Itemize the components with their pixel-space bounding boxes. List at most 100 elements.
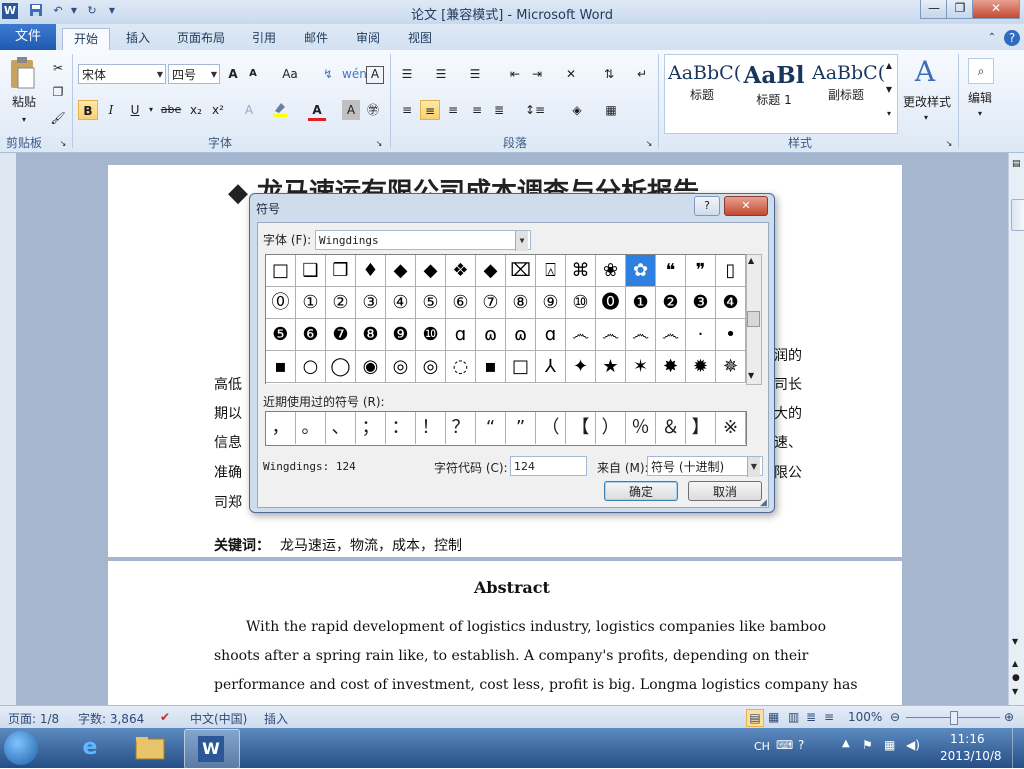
abstract-line[interactable]: With the rapid development of logistics … bbox=[246, 619, 826, 635]
scroll-down-icon[interactable]: ▼ bbox=[1012, 637, 1018, 646]
tab-references[interactable]: 引用 bbox=[244, 28, 284, 50]
bullets-icon[interactable]: ☰ bbox=[398, 64, 416, 84]
italic-button[interactable]: I bbox=[102, 100, 120, 120]
close-button[interactable]: ✕ bbox=[972, 0, 1020, 19]
body-fragment[interactable]: 司郑 bbox=[214, 492, 242, 512]
clipboard-launcher-icon[interactable]: ↘ bbox=[58, 134, 68, 154]
action-center-icon[interactable]: ⚑ bbox=[862, 738, 873, 752]
word-count[interactable]: 字数: 3,864 bbox=[78, 710, 144, 727]
recent-symbol-cell[interactable]: ” bbox=[506, 412, 536, 444]
file-explorer-icon[interactable] bbox=[128, 731, 172, 765]
highlight-icon[interactable] bbox=[270, 100, 290, 120]
full-screen-icon[interactable]: ▦ bbox=[768, 710, 779, 724]
symbol-cell[interactable]: ❞ bbox=[686, 255, 716, 287]
paste-button[interactable]: 粘贴 bbox=[8, 92, 40, 112]
symbol-cell[interactable]: ❼ bbox=[326, 319, 356, 351]
resize-grip-icon[interactable]: ◢ bbox=[760, 498, 767, 508]
symbol-cell[interactable]: ⍓ bbox=[536, 255, 566, 287]
symbol-cell[interactable]: ɑ bbox=[536, 319, 566, 351]
minimize-ribbon-icon[interactable]: ⌃ bbox=[984, 28, 1000, 50]
language-indicator[interactable]: 中文(中国) bbox=[190, 710, 247, 727]
change-styles-dropdown-icon[interactable]: ▾ bbox=[920, 108, 932, 128]
symbol-cell[interactable]: ⑨ bbox=[536, 287, 566, 319]
show-desktop-button[interactable] bbox=[1012, 728, 1024, 768]
symbol-cell[interactable]: ⌧ bbox=[506, 255, 536, 287]
clock-date[interactable]: 2013/10/8 bbox=[940, 749, 1002, 763]
abstract-line[interactable]: performance and cost of investment, cost… bbox=[214, 677, 858, 693]
symbol-cell[interactable]: ❀ bbox=[596, 255, 626, 287]
symbol-cell[interactable]: • bbox=[716, 319, 746, 351]
scrollbar-thumb[interactable] bbox=[747, 311, 760, 327]
underline-button[interactable]: U bbox=[126, 100, 144, 120]
minimize-button[interactable]: — bbox=[920, 0, 948, 19]
symbol-cell[interactable]: ❸ bbox=[686, 287, 716, 319]
symbol-cell[interactable]: ▯ bbox=[716, 255, 746, 287]
keywords-label[interactable]: 关键词： bbox=[214, 535, 270, 555]
align-right-icon[interactable]: ≡ bbox=[444, 100, 462, 120]
format-painter-icon[interactable]: 🖌 bbox=[50, 108, 66, 128]
change-styles-icon[interactable]: A bbox=[910, 56, 940, 88]
symbol-cell[interactable]: ❾ bbox=[386, 319, 416, 351]
recent-symbol-cell[interactable]: ； bbox=[356, 412, 386, 444]
symbol-cell[interactable]: ③ bbox=[356, 287, 386, 319]
show-marks-icon[interactable]: ↵ bbox=[634, 64, 650, 84]
body-fragment[interactable]: 限公 bbox=[774, 462, 802, 482]
symbol-cell[interactable]: ❻ bbox=[296, 319, 326, 351]
symbol-cell[interactable]: ⅄ bbox=[536, 351, 566, 383]
symbol-cell[interactable]: ɷ bbox=[506, 319, 536, 351]
symbol-cell[interactable]: ෴ bbox=[596, 319, 626, 351]
style-title[interactable]: AaBbC( 标题 bbox=[668, 62, 741, 112]
zoom-in-icon[interactable]: ⊕ bbox=[1004, 710, 1014, 724]
zoom-out-icon[interactable]: ⊖ bbox=[890, 710, 900, 724]
symbol-cell[interactable]: ✶ bbox=[626, 351, 656, 383]
underline-dropdown-icon[interactable]: ▾ bbox=[146, 100, 156, 120]
recent-symbol-cell[interactable]: “ bbox=[476, 412, 506, 444]
recent-symbol-cell[interactable]: ※ bbox=[716, 412, 746, 444]
from-select[interactable]: 符号 (十进制) ▼ bbox=[647, 456, 763, 477]
borders-icon[interactable]: ▦ bbox=[600, 100, 622, 120]
recent-symbol-cell[interactable]: ？ bbox=[446, 412, 476, 444]
symbol-cell[interactable]: ෴ bbox=[626, 319, 656, 351]
style-subtitle[interactable]: AaBbC( 副标题 bbox=[812, 62, 885, 112]
superscript-button[interactable]: x² bbox=[208, 100, 228, 120]
numbering-icon[interactable]: ☰ bbox=[432, 64, 450, 84]
symbol-cell[interactable]: ❿ bbox=[416, 319, 446, 351]
word-taskbar-button[interactable]: W bbox=[184, 729, 240, 769]
style-heading1[interactable]: AaBl 标题 1 bbox=[740, 62, 808, 112]
symbol-cell[interactable]: ❹ bbox=[716, 287, 746, 319]
clear-formatting-icon[interactable]: ↯ bbox=[318, 64, 338, 84]
cut-icon[interactable]: ✂ bbox=[50, 58, 66, 78]
symbol-cell[interactable]: ✿ bbox=[626, 255, 656, 287]
align-left-icon[interactable]: ≡ bbox=[398, 100, 416, 120]
symbol-grid-scrollbar[interactable]: ▲ ▼ bbox=[746, 254, 762, 385]
decrease-indent-icon[interactable]: ⇤ bbox=[506, 64, 524, 84]
ok-button[interactable]: 确定 bbox=[604, 481, 678, 501]
symbol-cell[interactable]: ④ bbox=[386, 287, 416, 319]
recent-symbol-cell[interactable]: 【 bbox=[566, 412, 596, 444]
subscript-button[interactable]: x₂ bbox=[186, 100, 206, 120]
scroll-up-icon[interactable]: ▲ bbox=[748, 256, 754, 265]
zoom-slider-thumb[interactable] bbox=[950, 711, 958, 725]
previous-page-icon[interactable]: ▲ bbox=[1012, 659, 1018, 668]
phonetic-guide-icon[interactable]: wén bbox=[342, 64, 367, 84]
symbol-cell[interactable]: ෴ bbox=[566, 319, 596, 351]
char-border-button[interactable]: A bbox=[366, 66, 384, 84]
sort-icon[interactable]: ⇅ bbox=[600, 64, 618, 84]
recent-symbol-cell[interactable]: ！ bbox=[416, 412, 446, 444]
enclose-char-icon[interactable]: ㊫ bbox=[364, 100, 382, 120]
clock-time[interactable]: 11:16 bbox=[950, 732, 985, 746]
dialog-close-button[interactable]: ✕ bbox=[724, 196, 768, 216]
tab-page-layout[interactable]: 页面布局 bbox=[170, 28, 232, 50]
text-effects-icon[interactable]: A bbox=[240, 100, 258, 120]
char-code-input[interactable]: 124 bbox=[510, 456, 587, 476]
line-spacing-icon[interactable]: ↕≡ bbox=[524, 100, 546, 120]
grow-font-button[interactable]: A bbox=[224, 64, 242, 84]
symbol-cell[interactable]: ✦ bbox=[566, 351, 596, 383]
char-shading-icon[interactable]: A bbox=[342, 100, 360, 120]
cancel-button[interactable]: 取消 bbox=[688, 481, 762, 501]
symbol-cell[interactable]: ★ bbox=[596, 351, 626, 383]
select-browse-icon[interactable]: ● bbox=[1012, 673, 1020, 683]
print-layout-icon[interactable]: ▤ bbox=[746, 709, 764, 727]
tab-mailings[interactable]: 邮件 bbox=[296, 28, 336, 50]
multilevel-list-icon[interactable]: ☰ bbox=[466, 64, 484, 84]
